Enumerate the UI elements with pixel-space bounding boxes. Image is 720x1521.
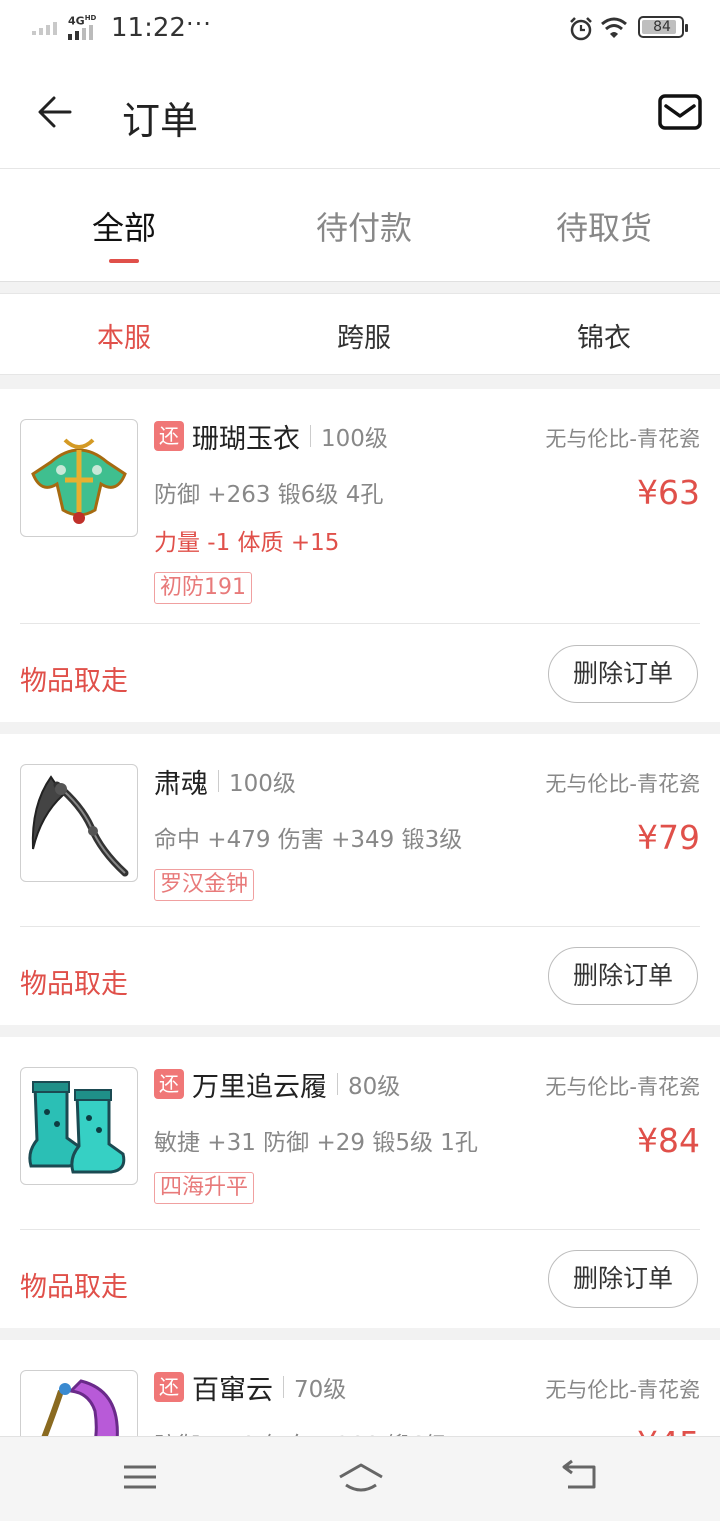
order-status-tabs: 全部 待付款 待取货 [0,169,720,282]
item-title-row: 肃魂 100级 [154,764,296,800]
order-status: 物品取走 [20,1272,128,1303]
server-name: 无与伦比-青花瓷 [545,772,700,796]
clock: 11:22 [111,13,186,43]
more-notifications-icon: ··· [186,10,212,38]
back-arrow-icon[interactable] [30,86,82,138]
divider [283,1376,284,1398]
item-price: ¥63 [637,473,700,512]
item-title-row: 还 万里追云履 80级 [154,1067,401,1103]
item-level: 80级 [348,1074,401,1100]
signal-icon [32,22,57,35]
app-bar: 订单 [0,58,720,169]
item-price: ¥84 [637,1121,700,1160]
item-stats: 敏捷 +31 防御 +29 锻5级 1孔 [154,1130,478,1156]
subtab-cross-server[interactable]: 跨服 [244,316,484,355]
item-price: ¥45 [637,1424,700,1436]
home-icon[interactable] [336,1459,386,1495]
server-name: 无与伦比-青花瓷 [545,1378,700,1402]
item-name: 万里追云履 [192,1071,327,1103]
tab-pending-payment[interactable]: 待付款 [244,203,484,249]
item-level: 70级 [294,1377,347,1403]
item-level: 100级 [321,426,388,452]
item-name: 肃魂 [154,768,208,800]
card-divider [20,926,700,927]
item-title-row: 还 珊瑚玉衣 100级 [154,419,388,455]
armor-icon [31,438,127,524]
special-effect-badge: 初防191 [154,572,252,604]
card-divider [20,1229,700,1230]
divider [310,425,311,447]
network-signal-icon [68,25,93,40]
belt-icon [41,1379,119,1436]
system-nav-bar [0,1436,720,1521]
item-title-row: 还 百窜云 70级 [154,1370,347,1406]
page-title: 订单 [122,99,199,143]
mail-icon[interactable] [656,92,704,132]
return-tag: 还 [154,1069,184,1099]
subtab-local-server[interactable]: 本服 [4,316,244,355]
menu-icon[interactable] [118,1459,162,1495]
scythe-icon [31,775,129,877]
battery-level: 84 [653,19,671,35]
boots-icon [28,1081,126,1174]
special-effect-badge: 罗汉金钟 [154,869,255,901]
delete-order-button[interactable]: 删除订单 [548,947,698,1005]
order-card[interactable]: 还 珊瑚玉衣 100级 无与伦比-青花瓷 防御 +263 锻6级 4孔 ¥63 … [0,389,720,722]
item-thumbnail [20,1370,138,1436]
back-icon[interactable] [558,1459,602,1495]
item-level: 100级 [229,771,296,797]
delete-order-button[interactable]: 删除订单 [548,1250,698,1308]
return-tag: 还 [154,1372,184,1402]
server-filter-tabs: 本服 跨服 锦衣 [0,293,720,375]
order-card[interactable]: 还 万里追云履 80级 无与伦比-青花瓷 敏捷 +31 防御 +29 锻5级 1… [0,1037,720,1328]
server-name: 无与伦比-青花瓷 [545,427,700,451]
item-attributes: 力量 -1 体质 +15 [154,530,340,556]
item-thumbnail [20,1067,138,1185]
delete-order-button[interactable]: 删除订单 [548,645,698,703]
item-stats: 防御 +40 气血 +200 锻6级 [154,1426,448,1436]
battery-icon: 84 [638,16,688,38]
alarm-icon [570,17,592,41]
item-price: ¥79 [637,818,700,857]
order-status: 物品取走 [20,666,128,697]
item-name: 珊瑚玉衣 [192,423,300,455]
item-stats: 命中 +479 伤害 +349 锻3级 [154,827,463,853]
order-card[interactable]: 还 百窜云 70级 无与伦比-青花瓷 防御 +40 气血 +200 锻6级 ¥4… [0,1340,720,1436]
server-name: 无与伦比-青花瓷 [545,1075,700,1099]
card-divider [20,623,700,624]
order-card[interactable]: 肃魂 100级 无与伦比-青花瓷 命中 +479 伤害 +349 锻3级 ¥79… [0,734,720,1025]
divider [337,1073,338,1095]
order-status: 物品取走 [20,969,128,1000]
active-tab-indicator [109,259,139,263]
wifi-icon [601,17,627,38]
tab-pending-pickup[interactable]: 待取货 [484,203,720,249]
subtab-outfit[interactable]: 锦衣 [484,316,720,355]
item-name: 百窜云 [192,1374,273,1406]
return-tag: 还 [154,421,184,451]
tab-all[interactable]: 全部 [4,203,244,249]
status-bar: 4GHD 11:22 ··· 84 [0,0,720,58]
item-thumbnail [20,419,138,537]
item-stats: 防御 +263 锻6级 4孔 [154,482,384,508]
divider [218,770,219,792]
special-effect-badge: 四海升平 [154,1172,255,1204]
item-thumbnail [20,764,138,882]
